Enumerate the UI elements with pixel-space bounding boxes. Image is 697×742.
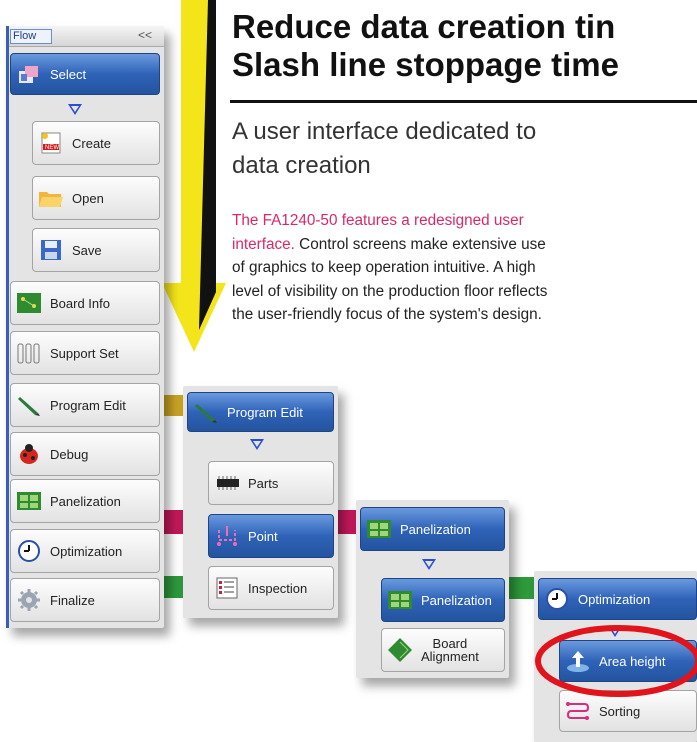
open-button[interactable]: Open <box>32 176 160 220</box>
create-button[interactable]: NEW Create <box>32 121 160 165</box>
debug-label: Debug <box>50 446 89 462</box>
flow-down-arrow-icon <box>68 104 82 115</box>
board-info-button[interactable]: Board Info <box>10 281 160 325</box>
floppy-disk-icon <box>38 238 64 262</box>
select-label: Select <box>50 66 87 82</box>
panelization-button[interactable]: Panelization <box>10 479 160 523</box>
program-edit-panel: Program Edit Parts Point Inspection <box>183 386 338 618</box>
optimization-label: Optimization <box>50 543 123 559</box>
panel-board-icon <box>387 588 413 612</box>
support-set-button[interactable]: Support Set <box>10 331 160 375</box>
checklist-icon <box>214 576 240 600</box>
select-icon <box>16 62 42 86</box>
program-edit-header-button[interactable]: Program Edit <box>187 392 334 432</box>
program-edit-button[interactable]: Program Edit <box>10 383 160 427</box>
folder-icon <box>38 186 64 210</box>
headline-line-1: Reduce data creation tin <box>232 8 616 45</box>
circuit-board-icon <box>16 291 42 315</box>
alignment-icon <box>387 638 413 662</box>
board-alignment-button[interactable]: Board Alignment <box>381 628 505 672</box>
body-line-2-rest: Control screens make extensive use <box>294 235 546 253</box>
point-icon <box>214 524 240 548</box>
body-line-4: level of visibility on the production fl… <box>232 282 548 300</box>
flow-panel: Flow << Select NEW Create Open Save Boar… <box>6 26 164 628</box>
clock-icon <box>16 539 42 563</box>
panelization-down-arrow-icon <box>422 559 436 570</box>
optimization-header-button[interactable]: Optimization <box>538 578 697 620</box>
new-document-icon: NEW <box>38 131 64 155</box>
body-line-2-highlight: interface. <box>232 235 295 253</box>
sorting-label: Sorting <box>599 703 641 719</box>
parts-button[interactable]: Parts <box>208 461 334 505</box>
pencil-icon <box>16 393 42 417</box>
support-set-label: Support Set <box>50 345 119 361</box>
point-button[interactable]: Point <box>208 514 334 558</box>
yellow-arrow-shape <box>162 0 226 352</box>
body-paragraph: The FA1240-50 features a redesigned user… <box>232 209 697 327</box>
body-line-1: The FA1240-50 features a redesigned user <box>232 212 524 229</box>
panelization-header-button[interactable]: Panelization <box>360 507 505 551</box>
panelization-label: Panelization <box>50 493 121 509</box>
save-label: Save <box>72 242 102 258</box>
finalize-button[interactable]: Finalize <box>10 578 160 622</box>
panel-board-icon <box>16 489 42 513</box>
select-button[interactable]: Select <box>10 53 160 95</box>
support-pins-icon <box>16 341 42 365</box>
subheading-line-2: data creation <box>232 152 371 179</box>
program-edit-down-arrow-icon <box>250 439 264 450</box>
highlight-ellipse <box>535 625 697 697</box>
program-edit-label: Program Edit <box>50 397 126 413</box>
panelization-sub-button[interactable]: Panelization <box>381 578 505 622</box>
finalize-label: Finalize <box>50 592 95 608</box>
flow-panel-left-edge <box>6 26 9 628</box>
panelization-header-label: Panelization <box>400 521 471 537</box>
debug-button[interactable]: Debug <box>10 432 160 476</box>
inspection-label: Inspection <box>248 580 308 596</box>
headline-line-2: Slash line stoppage time <box>232 46 619 83</box>
body-line-5: the user-friendly focus of the system's … <box>232 306 542 323</box>
headline-rule <box>230 100 697 103</box>
ladybug-icon <box>16 442 42 466</box>
pencil-icon <box>193 400 219 424</box>
panelization-panel: Panelization Panelization Board Alignmen… <box>356 500 509 678</box>
flow-title: Flow <box>10 29 52 44</box>
chip-icon <box>214 471 240 495</box>
open-label: Open <box>72 190 104 206</box>
board-alignment-label: Board Alignment <box>421 636 479 664</box>
body-line-2: interface. Control screens make extensiv… <box>232 233 697 257</box>
create-label: Create <box>72 135 112 151</box>
point-label: Point <box>248 528 278 544</box>
gear-icon <box>16 588 42 612</box>
program-edit-header-label: Program Edit <box>227 404 303 420</box>
clock-icon <box>544 587 570 611</box>
save-button[interactable]: Save <box>32 228 160 272</box>
flow-panel-titlebar: Flow << <box>6 26 164 47</box>
optimization-button[interactable]: Optimization <box>10 529 160 573</box>
panelization-sub-label: Panelization <box>421 592 492 608</box>
subheading-line-1: A user interface dedicated to <box>232 118 537 145</box>
parts-label: Parts <box>248 475 279 491</box>
body-line-3: of graphics to keep operation intuitive.… <box>232 259 536 276</box>
panel-board-icon <box>366 517 392 541</box>
board-info-label: Board Info <box>50 295 110 311</box>
collapse-button[interactable]: << <box>138 28 152 42</box>
inspection-button[interactable]: Inspection <box>208 566 334 610</box>
svg-text:NEW: NEW <box>45 145 59 151</box>
sorting-icon <box>565 699 591 723</box>
optimization-header-label: Optimization <box>578 591 651 607</box>
